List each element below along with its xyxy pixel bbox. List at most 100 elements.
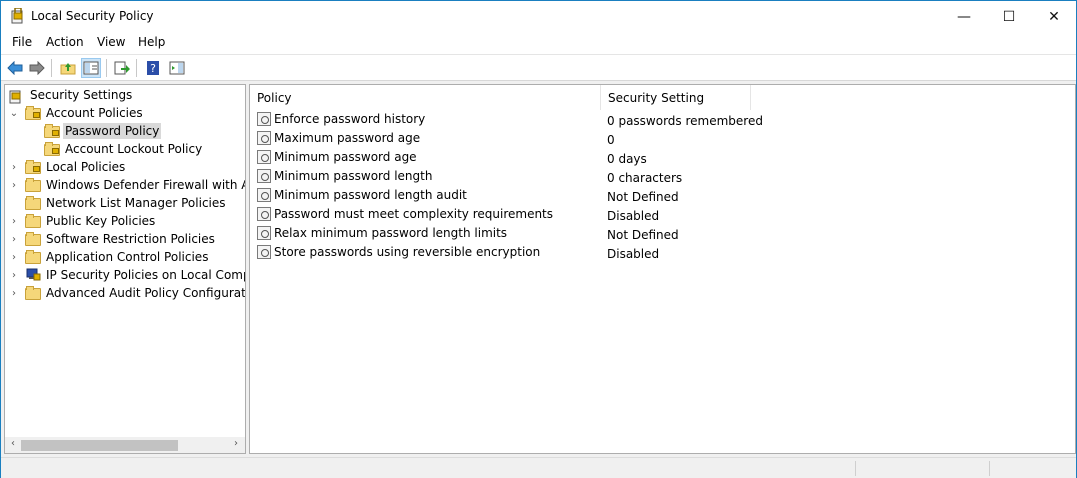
table-row[interactable]: Minimum password length audit Not Define…: [250, 187, 1075, 206]
tree-item-software-restriction[interactable]: › Software Restriction Policies: [9, 230, 217, 248]
policy-setting-icon: [257, 131, 271, 145]
policy-setting-icon: [257, 226, 271, 240]
menu-view[interactable]: View: [97, 35, 125, 49]
status-separator: [989, 461, 990, 476]
tree-item-ip-security-policies[interactable]: › IP Security Policies on Local Compute: [9, 266, 245, 284]
sort-ascending-icon: ^: [422, 84, 430, 92]
window-title: Local Security Policy: [31, 9, 154, 23]
tree-item-account-policies[interactable]: ⌄ Account Policies: [9, 104, 145, 122]
folder-icon: [25, 214, 41, 228]
folder-icon: [25, 250, 41, 264]
tree-item-local-policies[interactable]: › Local Policies: [9, 158, 127, 176]
maximize-button[interactable]: ☐: [986, 1, 1032, 32]
tree-item-windows-defender-firewall[interactable]: › Windows Defender Firewall with Adva: [9, 176, 245, 194]
policy-value: 0 days: [607, 152, 647, 166]
tree-item-network-list-manager[interactable]: Network List Manager Policies: [9, 194, 228, 212]
column-header-label: Policy: [257, 90, 292, 105]
toolbar-separator: [106, 59, 107, 77]
tree-item-public-key-policies[interactable]: › Public Key Policies: [9, 212, 157, 230]
locked-folder-icon: [44, 124, 60, 138]
table-row[interactable]: Password must meet complexity requiremen…: [250, 206, 1075, 225]
minimize-button[interactable]: —: [941, 1, 987, 32]
scrollbar-thumb[interactable]: [21, 440, 178, 451]
table-row[interactable]: Minimum password length 0 characters: [250, 168, 1075, 187]
locked-folder-icon: [25, 106, 41, 120]
policy-name: Password must meet complexity requiremen…: [274, 207, 554, 221]
tree-label: Network List Manager Policies: [46, 196, 226, 210]
folder-icon: [25, 232, 41, 246]
menu-help[interactable]: Help: [138, 35, 165, 49]
title-bar[interactable]: Local Security Policy — ☐ ✕: [1, 1, 1076, 32]
column-header-security-setting[interactable]: Security Setting: [601, 85, 751, 110]
menu-action[interactable]: Action: [46, 35, 84, 49]
close-button[interactable]: ✕: [1031, 1, 1077, 32]
menu-bar: File Action View Help: [1, 32, 1076, 54]
locked-folder-icon: [25, 160, 41, 174]
policy-value: Not Defined: [607, 228, 679, 242]
tree-label: IP Security Policies on Local Compute: [46, 268, 245, 282]
scroll-left-icon[interactable]: ‹: [6, 438, 20, 449]
tree-label: Account Lockout Policy: [65, 142, 203, 156]
back-arrow-icon[interactable]: [5, 58, 25, 78]
chevron-down-icon[interactable]: ⌄: [9, 108, 19, 119]
svg-text:?: ?: [150, 62, 156, 75]
scroll-right-icon[interactable]: ›: [229, 438, 243, 449]
chevron-right-icon[interactable]: ›: [9, 234, 19, 245]
policy-name: Maximum password age: [274, 131, 421, 145]
toolbar: ?: [1, 54, 1076, 81]
table-row[interactable]: Maximum password age 0: [250, 130, 1075, 149]
help-icon[interactable]: ?: [143, 58, 163, 78]
policy-setting-icon: [257, 188, 271, 202]
chevron-right-icon[interactable]: ›: [9, 180, 19, 191]
table-row[interactable]: Relax minimum password length limits Not…: [250, 225, 1075, 244]
policy-value: 0: [607, 133, 615, 147]
action-pane-icon[interactable]: [167, 58, 187, 78]
tree-label: Windows Defender Firewall with Adva: [46, 178, 245, 192]
security-policy-app-icon: [11, 7, 25, 24]
forward-arrow-icon[interactable]: [27, 58, 47, 78]
toolbar-separator: [51, 59, 52, 77]
table-row[interactable]: Enforce password history 0 passwords rem…: [250, 111, 1075, 130]
policy-setting-icon: [257, 207, 271, 221]
tree-horizontal-scrollbar[interactable]: ‹ ›: [5, 437, 245, 453]
policy-name: Enforce password history: [274, 112, 426, 126]
tree-label: Account Policies: [46, 106, 143, 120]
policy-setting-icon: [257, 245, 271, 259]
table-row[interactable]: Store passwords using reversible encrypt…: [250, 244, 1075, 263]
policy-value: 0 passwords remembered: [607, 114, 763, 128]
security-settings-icon: [9, 88, 25, 104]
policy-value: Disabled: [607, 209, 660, 223]
tree-label: Local Policies: [46, 160, 126, 174]
policy-list[interactable]: Policy ^ Security Setting Enforce passwo…: [249, 84, 1076, 454]
status-separator: [855, 461, 856, 476]
policy-value: 0 characters: [607, 171, 683, 185]
app-window: Local Security Policy — ☐ ✕ File Action …: [0, 0, 1077, 478]
tree-root-security-settings[interactable]: Security Settings: [9, 86, 134, 104]
table-row[interactable]: Minimum password age 0 days: [250, 149, 1075, 168]
export-list-icon[interactable]: [112, 58, 132, 78]
policy-name: Store passwords using reversible encrypt…: [274, 245, 541, 259]
toolbar-separator: [136, 59, 137, 77]
menu-file[interactable]: File: [12, 35, 32, 49]
chevron-right-icon[interactable]: ›: [9, 162, 19, 173]
tree-label: Software Restriction Policies: [46, 232, 215, 246]
tree-item-advanced-audit-policy[interactable]: › Advanced Audit Policy Configuration: [9, 284, 246, 302]
navigation-tree[interactable]: Security Settings ⌄ Account Policies Pas…: [4, 84, 246, 454]
policy-setting-icon: [257, 112, 271, 126]
tree-item-password-policy[interactable]: Password Policy: [44, 122, 162, 140]
tree-item-account-lockout-policy[interactable]: Account Lockout Policy: [44, 140, 204, 158]
up-folder-icon[interactable]: [58, 58, 78, 78]
chevron-right-icon[interactable]: ›: [9, 288, 19, 299]
policy-setting-icon: [257, 169, 271, 183]
chevron-right-icon[interactable]: ›: [9, 252, 19, 263]
show-hide-tree-icon[interactable]: [81, 58, 101, 78]
tree-label: Advanced Audit Policy Configuration: [46, 286, 246, 300]
tree-item-application-control[interactable]: › Application Control Policies: [9, 248, 210, 266]
folder-icon: [25, 178, 41, 192]
column-header-label: Security Setting: [608, 90, 705, 105]
chevron-right-icon[interactable]: ›: [9, 216, 19, 227]
chevron-right-icon[interactable]: ›: [9, 270, 19, 281]
policy-name: Minimum password length audit: [274, 188, 467, 202]
column-header-policy[interactable]: Policy ^: [250, 85, 601, 110]
policy-value: Not Defined: [607, 190, 679, 204]
